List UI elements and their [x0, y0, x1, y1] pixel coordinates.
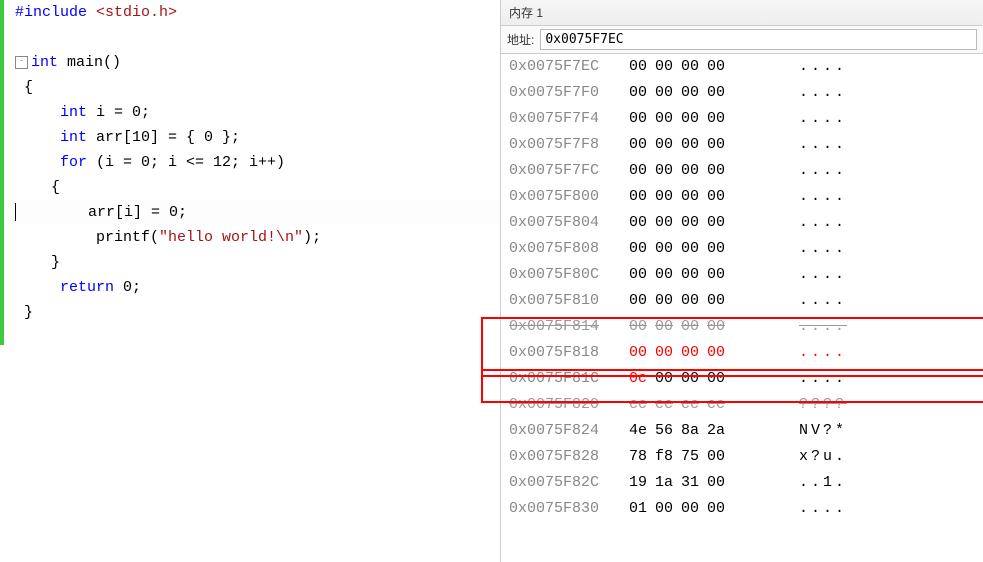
memory-ascii: ....	[799, 262, 847, 288]
memory-bytes: 00000000	[629, 106, 799, 132]
memory-row: 0x0075F80400000000....	[501, 210, 983, 236]
memory-row: 0x0075F820cccccccc????	[501, 392, 983, 418]
arr-assign-line: arr[i] = 0;	[16, 204, 187, 221]
string-literal: "hello world!\n"	[159, 229, 303, 246]
memory-ascii: ....	[799, 54, 847, 80]
memory-rows: 0x0075F7EC00000000....0x0075F7F000000000…	[501, 54, 983, 522]
memory-bytes: 00000000	[629, 288, 799, 314]
memory-bytes: 00000000	[629, 314, 799, 340]
type-kw: int	[60, 129, 87, 146]
memory-ascii: ....	[799, 132, 847, 158]
code-editor[interactable]: #include <stdio.h> -int main() { int i =…	[0, 0, 500, 562]
memory-bytes: 00000000	[629, 184, 799, 210]
memory-panel: 内存 1 地址: 0x0075F7EC00000000....0x0075F7F…	[500, 0, 983, 562]
include-lib: <stdio.h>	[96, 4, 177, 21]
memory-ascii: ....	[799, 288, 847, 314]
for-kw: for	[60, 154, 87, 171]
memory-row: 0x0075F7F400000000....	[501, 106, 983, 132]
memory-row: 0x0075F81400000000....	[501, 314, 983, 340]
memory-address: 0x0075F7EC	[509, 54, 629, 80]
memory-ascii: x?u.	[799, 444, 847, 470]
memory-panel-title: 内存 1	[501, 0, 983, 26]
memory-address: 0x0075F818	[509, 340, 629, 366]
memory-bytes: 00000000	[629, 132, 799, 158]
memory-address: 0x0075F810	[509, 288, 629, 314]
memory-row: 0x0075F81C0c000000....	[501, 366, 983, 392]
memory-row: 0x0075F8244e568a2aNV?*	[501, 418, 983, 444]
memory-address: 0x0075F81C	[509, 366, 629, 392]
main-decl: main()	[58, 54, 121, 71]
memory-address: 0x0075F808	[509, 236, 629, 262]
memory-row: 0x0075F7EC00000000....	[501, 54, 983, 80]
memory-row: 0x0075F83001000000....	[501, 496, 983, 522]
type-kw: int	[60, 104, 87, 121]
memory-row: 0x0075F7FC00000000....	[501, 158, 983, 184]
memory-ascii: ....	[799, 496, 847, 522]
memory-row: 0x0075F81000000000....	[501, 288, 983, 314]
memory-row: 0x0075F80000000000....	[501, 184, 983, 210]
memory-row: 0x0075F82878f87500x?u.	[501, 444, 983, 470]
fold-icon[interactable]: -	[15, 56, 28, 69]
memory-row: 0x0075F80800000000....	[501, 236, 983, 262]
memory-address: 0x0075F804	[509, 210, 629, 236]
memory-ascii: ....	[799, 314, 847, 340]
memory-address: 0x0075F824	[509, 418, 629, 444]
memory-row: 0x0075F7F000000000....	[501, 80, 983, 106]
memory-bytes: 78f87500	[629, 444, 799, 470]
memory-address: 0x0075F820	[509, 392, 629, 418]
memory-bytes: 191a3100	[629, 470, 799, 496]
memory-bytes: 00000000	[629, 236, 799, 262]
memory-ascii: ....	[799, 366, 847, 392]
memory-row: 0x0075F81800000000....	[501, 340, 983, 366]
change-marker	[0, 0, 4, 345]
memory-ascii: NV?*	[799, 418, 847, 444]
memory-ascii: ....	[799, 184, 847, 210]
memory-row: 0x0075F80C00000000....	[501, 262, 983, 288]
memory-row: 0x0075F82C191a3100..1.	[501, 470, 983, 496]
memory-bytes: 00000000	[629, 210, 799, 236]
brace-close-line: }	[15, 250, 500, 275]
memory-ascii: ....	[799, 158, 847, 184]
return-kw: return	[60, 279, 114, 296]
memory-address: 0x0075F82C	[509, 470, 629, 496]
address-input[interactable]	[540, 29, 977, 50]
memory-bytes: 00000000	[629, 54, 799, 80]
memory-ascii: ....	[799, 340, 847, 366]
memory-ascii: ....	[799, 80, 847, 106]
memory-bytes: 00000000	[629, 158, 799, 184]
memory-address: 0x0075F80C	[509, 262, 629, 288]
type-kw: int	[31, 54, 58, 71]
memory-address: 0x0075F830	[509, 496, 629, 522]
memory-row: 0x0075F7F800000000....	[501, 132, 983, 158]
memory-bytes: 00000000	[629, 80, 799, 106]
brace-line: {	[15, 175, 500, 200]
brace-close: }	[24, 304, 33, 321]
memory-address: 0x0075F800	[509, 184, 629, 210]
memory-ascii: ????	[799, 392, 847, 418]
memory-address: 0x0075F814	[509, 314, 629, 340]
brace-open: {	[24, 79, 33, 96]
memory-bytes: cccccccc	[629, 392, 799, 418]
memory-ascii: ..1.	[799, 470, 847, 496]
memory-bytes: 00000000	[629, 262, 799, 288]
memory-bytes: 0c000000	[629, 366, 799, 392]
memory-bytes: 4e568a2a	[629, 418, 799, 444]
memory-ascii: ....	[799, 210, 847, 236]
memory-address: 0x0075F7F0	[509, 80, 629, 106]
memory-ascii: ....	[799, 236, 847, 262]
memory-address: 0x0075F828	[509, 444, 629, 470]
memory-address: 0x0075F7F4	[509, 106, 629, 132]
memory-address: 0x0075F7FC	[509, 158, 629, 184]
memory-address: 0x0075F7F8	[509, 132, 629, 158]
memory-ascii: ....	[799, 106, 847, 132]
memory-bytes: 00000000	[629, 340, 799, 366]
preproc-kw: #include	[15, 4, 87, 21]
memory-bytes: 01000000	[629, 496, 799, 522]
address-label: 地址:	[507, 31, 534, 48]
